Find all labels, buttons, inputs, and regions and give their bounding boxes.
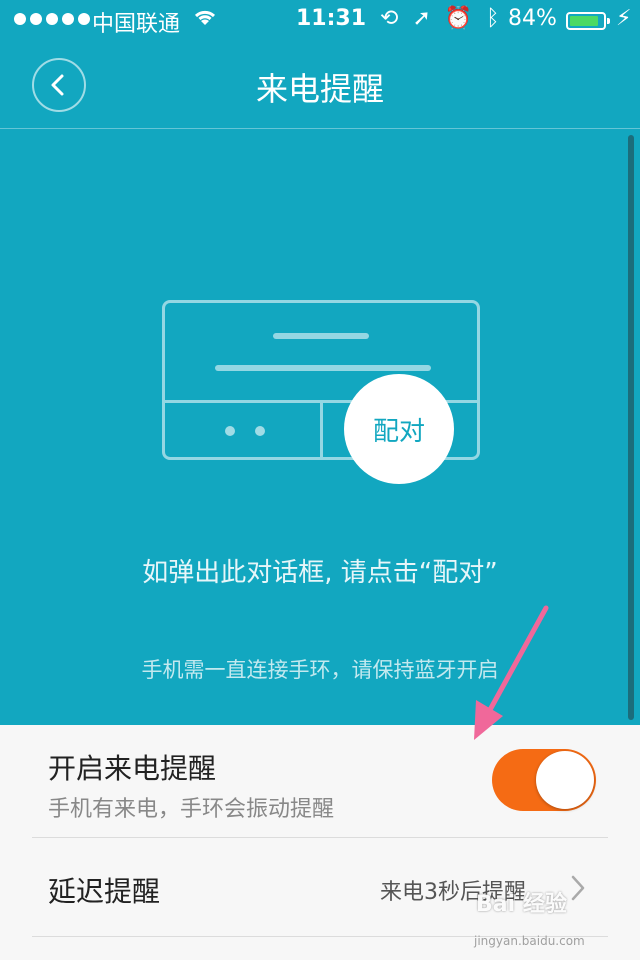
status-bar: 中国联通 11:31 ⟲ ➚ ⏰ ᛒ 84% ⚡ (0, 0, 640, 40)
delay-alert-label: 延迟提醒 (48, 875, 161, 908)
rotation-lock-icon: ⟲ (380, 6, 399, 31)
carrier-name: 中国联通 (92, 12, 181, 37)
watermark-url: jingyan.baidu.com (474, 934, 585, 948)
top-panel: 中国联通 11:31 ⟲ ➚ ⏰ ᛒ 84% ⚡ 来电提醒 配对 如弹出此对话框… (0, 0, 640, 725)
location-icon: ➚ (412, 6, 431, 31)
alarm-icon: ⏰ (444, 6, 473, 31)
watermark-logo: Bai 经验 (476, 892, 567, 917)
wifi-icon (192, 6, 218, 34)
pair-badge: 配对 (344, 374, 454, 484)
bluetooth-icon: ᛒ (486, 6, 500, 31)
call-alert-subtitle: 手机有来电，手环会振动提醒 (48, 797, 335, 822)
battery-icon (566, 12, 610, 30)
battery-fill (570, 16, 598, 26)
call-alert-toggle[interactable] (492, 749, 596, 811)
battery-percent: 84% (508, 6, 557, 31)
signal-icon (14, 13, 90, 25)
page-title: 来电提醒 (255, 70, 384, 108)
call-alert-label: 开启来电提醒 (48, 752, 217, 785)
nav-bar: 来电提醒 (0, 40, 640, 129)
scrollbar[interactable] (628, 135, 634, 720)
charging-icon: ⚡ (616, 6, 632, 31)
dialog-hint-text: 如弹出此对话框, 请点击“配对” (142, 558, 498, 588)
chevron-right-icon (571, 875, 585, 901)
bluetooth-hint-text: 手机需一直连接手环，请保持蓝牙开启 (141, 658, 499, 682)
call-alert-row: 开启来电提醒 手机有来电，手环会振动提醒 (0, 725, 640, 837)
status-time: 11:31 (296, 6, 367, 31)
toggle-knob (536, 751, 594, 809)
